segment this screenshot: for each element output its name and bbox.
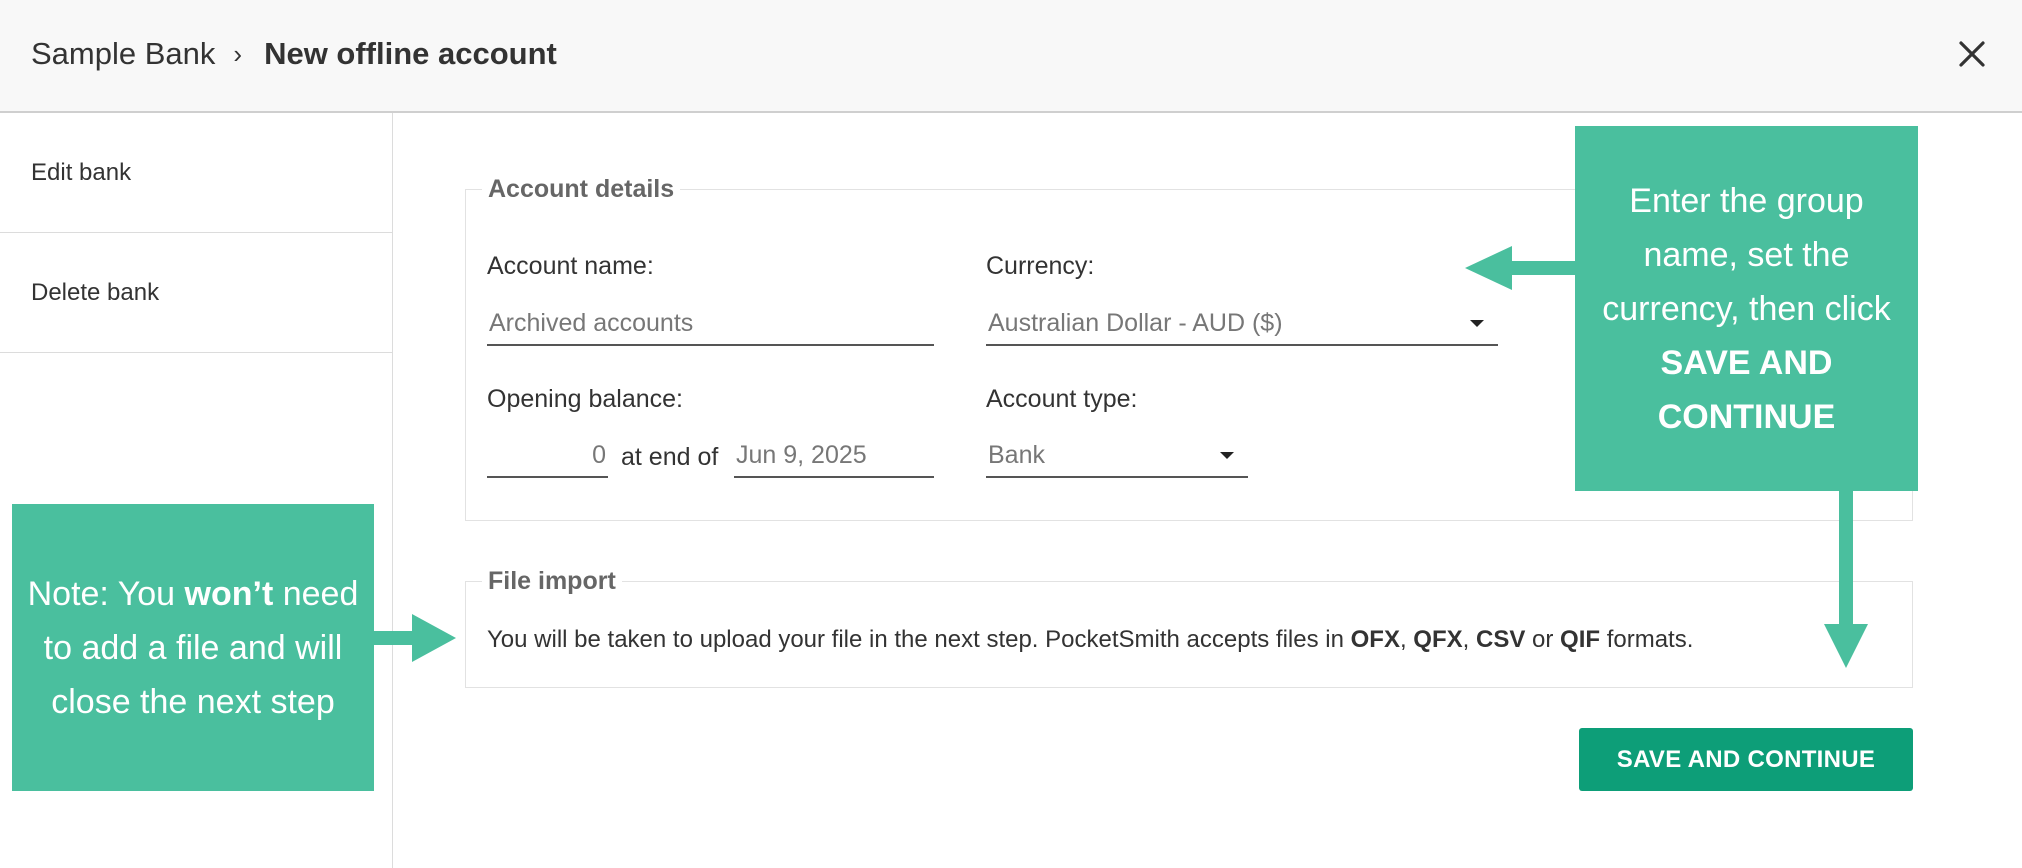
right-callout-part1: Enter the group name, set the currency, … [1602,181,1891,328]
file-import-section: File import You will be taken to upload … [465,566,1913,688]
opening-balance-label: Opening balance: [487,385,683,413]
currency-value: Australian Dollar - AUD ($) [988,308,1283,337]
account-type-value: Bank [988,440,1045,469]
close-icon [1959,41,1985,67]
dialog-header: Sample Bank › New offline account [0,0,2022,113]
right-callout-bold: SAVE AND CONTINUE [1657,343,1836,436]
date-input[interactable]: Jun 9, 2025 [734,434,934,478]
at-end-of-label: at end of [621,443,719,471]
format-separator: , [1462,626,1476,653]
opening-balance-input[interactable]: 0 [487,434,608,478]
format-ofx: OFX [1350,626,1400,653]
account-name-value: Archived accounts [489,308,694,337]
right-callout: Enter the group name, set the currency, … [1575,126,1918,491]
account-name-input[interactable]: Archived accounts [487,302,934,346]
file-import-text-suffix: formats. [1600,626,1694,653]
caret-down-icon [1470,320,1484,327]
sidebar-item-label: Delete bank [31,278,160,306]
format-separator-or: or [1525,626,1561,653]
save-and-continue-button[interactable]: SAVE AND CONTINUE [1579,728,1913,791]
left-callout-bold: won’t [184,574,274,613]
currency-select[interactable]: Australian Dollar - AUD ($) [986,302,1498,346]
right-callout-text: Enter the group name, set the currency, … [1595,174,1898,444]
file-import-text-prefix: You will be taken to upload your file in… [487,626,1351,653]
breadcrumb: Sample Bank › New offline account [31,34,557,74]
close-button[interactable] [1952,34,1992,74]
sidebar-item-delete-bank[interactable]: Delete bank [0,233,392,353]
file-import-description: You will be taken to upload your file in… [487,626,1693,654]
left-callout: Note: You won’t need to add a file and w… [12,504,374,791]
format-qif: QIF [1560,626,1601,653]
left-callout-text: Note: You won’t need to add a file and w… [26,567,360,729]
account-details-legend: Account details [482,174,681,204]
opening-balance-value: 0 [592,440,606,469]
file-import-legend: File import [482,566,622,596]
account-name-label: Account name: [487,252,654,280]
account-type-label: Account type: [986,385,1138,413]
breadcrumb-current: New offline account [264,36,557,71]
format-separator: , [1399,626,1414,653]
format-qfx: QFX [1413,626,1463,653]
account-type-select[interactable]: Bank [986,434,1248,478]
breadcrumb-separator-icon: › [233,38,243,69]
currency-label: Currency: [986,252,1095,280]
breadcrumb-root[interactable]: Sample Bank [31,36,215,72]
sidebar-item-label: Edit bank [31,158,132,186]
left-callout-part1: Note: You [27,574,185,613]
sidebar-item-edit-bank[interactable]: Edit bank [0,113,392,233]
caret-down-icon [1220,452,1234,459]
format-csv: CSV [1475,626,1526,653]
date-value: Jun 9, 2025 [736,440,867,469]
